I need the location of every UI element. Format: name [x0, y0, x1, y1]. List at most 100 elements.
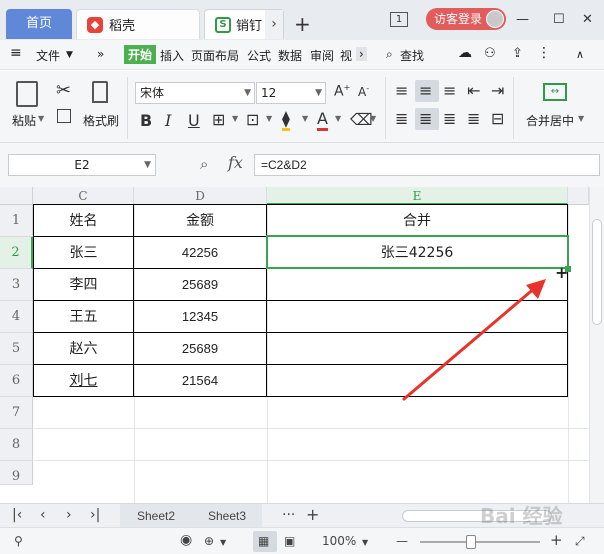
merge-dropdown-icon[interactable]: ▼	[578, 114, 584, 123]
font-size-select[interactable]: 12 ▼	[256, 82, 326, 104]
chevron-down-icon[interactable]: ▼	[362, 538, 368, 547]
cell-c5[interactable]: 赵六	[34, 333, 133, 365]
paste-icon[interactable]	[16, 81, 38, 107]
italic-icon[interactable]: I	[165, 111, 171, 130]
last-sheet-icon[interactable]: ›|	[90, 507, 100, 523]
active-cell-selection[interactable]	[266, 235, 569, 269]
cell-e1[interactable]: 合并	[267, 205, 567, 237]
menu-insert[interactable]: 插入	[160, 47, 184, 64]
login-button[interactable]: 访客登录	[426, 8, 506, 30]
eye-protection-icon[interactable]: ◉	[180, 532, 192, 548]
menu-file[interactable]: 文件	[36, 47, 60, 64]
menu-view[interactable]: 视	[340, 47, 352, 64]
cut-icon[interactable]: ✂	[56, 80, 71, 101]
align-bottom-icon[interactable]: ≡	[443, 81, 456, 100]
paste-dropdown-icon[interactable]: ▼	[38, 114, 44, 123]
window-count-icon[interactable]: 1	[390, 12, 408, 27]
merge-center-label[interactable]: 合并居中	[526, 112, 574, 129]
row-header-6[interactable]: 6	[0, 365, 33, 397]
align-right-icon[interactable]: ≣	[443, 109, 456, 128]
cell-style-icon[interactable]: ⊡	[246, 110, 259, 129]
merge-center-icon[interactable]: ↔	[543, 83, 567, 101]
row-header-1[interactable]: 1	[0, 205, 33, 237]
column-header-e[interactable]: E	[267, 187, 568, 205]
row-header-5[interactable]: 5	[0, 333, 33, 365]
more-left-icon[interactable]: »	[97, 47, 104, 61]
row-header-7[interactable]: 7	[0, 397, 33, 429]
cell-c3[interactable]: 李四	[34, 269, 133, 301]
menu-start[interactable]: 开始	[124, 45, 157, 64]
cell-c1[interactable]: 姓名	[34, 205, 133, 237]
menu-search[interactable]: 查找	[400, 47, 424, 64]
row-header-2[interactable]: 2	[0, 237, 33, 269]
chevron-right-icon[interactable]: ›	[265, 10, 283, 39]
fx-icon[interactable]: fx	[228, 153, 243, 172]
menu-formula[interactable]: 公式	[247, 47, 271, 64]
close-icon[interactable]: ✕	[582, 12, 593, 27]
cell-c4[interactable]: 王五	[34, 301, 133, 333]
border-icon[interactable]: ⊞	[212, 110, 225, 129]
zoom-slider-knob[interactable]	[466, 535, 476, 549]
macro-icon[interactable]: ⚲	[14, 534, 23, 548]
paste-label[interactable]: 粘贴	[12, 112, 36, 129]
new-tab-icon[interactable]: +	[294, 12, 311, 36]
format-painter-icon[interactable]	[92, 81, 108, 103]
chevron-down-icon[interactable]: ▼	[335, 114, 341, 123]
search-icon[interactable]: ⌕	[386, 47, 393, 62]
cell-d5[interactable]: 25689	[134, 333, 266, 365]
chevron-down-icon[interactable]: ▼	[232, 114, 238, 123]
sheet-tab-sheet3[interactable]: Sheet3	[192, 504, 262, 528]
zoom-in-icon[interactable]: +	[550, 531, 563, 549]
hamburger-menu-icon[interactable]: ≡	[10, 45, 22, 61]
more-sheets-icon[interactable]: ···	[282, 507, 295, 523]
font-name-select[interactable]: 宋体 ▼	[135, 82, 255, 104]
row-header-3[interactable]: 3	[0, 269, 33, 301]
indent-increase-icon[interactable]: ⇥	[491, 81, 504, 100]
align-center-icon[interactable]: ≣	[419, 109, 432, 128]
reading-mode-icon[interactable]: ⊕	[204, 534, 214, 548]
maximize-icon[interactable]: ☐	[553, 12, 565, 27]
name-box[interactable]: E2 ▼	[8, 154, 156, 176]
page-break-view-icon[interactable]: ▣	[284, 534, 295, 548]
collaborate-icon[interactable]: ⚇	[484, 46, 496, 61]
fullscreen-icon[interactable]: ⤢	[575, 534, 585, 549]
zoom-search-icon[interactable]: ⌕	[200, 155, 208, 173]
minimize-icon[interactable]: —	[516, 12, 529, 27]
cell-d3[interactable]: 25689	[134, 269, 266, 301]
normal-view-icon[interactable]: ▦	[258, 534, 269, 548]
vertical-scrollbar[interactable]	[589, 187, 604, 503]
prev-sheet-icon[interactable]: ‹	[40, 507, 46, 523]
zoom-level[interactable]: 100%	[322, 534, 356, 548]
align-middle-icon[interactable]: ≡	[419, 81, 432, 100]
chevron-down-icon[interactable]: ▼	[302, 114, 308, 123]
tab-home[interactable]: 首页	[6, 9, 72, 39]
select-all-corner[interactable]	[0, 187, 33, 205]
underline-icon[interactable]: U	[188, 111, 200, 130]
more-tabs-icon[interactable]: ›	[356, 47, 367, 61]
add-sheet-icon[interactable]: +	[306, 505, 319, 524]
menu-data[interactable]: 数据	[278, 47, 302, 64]
font-color-icon[interactable]: A	[317, 109, 328, 131]
cell-d1[interactable]: 金额	[134, 205, 266, 237]
formula-input[interactable]: =C2&D2	[254, 154, 600, 176]
cell-c2[interactable]: 张三	[34, 237, 133, 269]
scrollbar-thumb[interactable]	[592, 219, 602, 325]
fill-color-icon[interactable]: ⧫	[282, 109, 290, 131]
row-header-9[interactable]: 9	[0, 461, 33, 485]
format-painter-label[interactable]: 格式刷	[83, 112, 119, 129]
first-sheet-icon[interactable]: |‹	[12, 507, 22, 523]
menu-review[interactable]: 审阅	[310, 47, 334, 64]
distributed-icon[interactable]: ⊟	[491, 109, 504, 128]
more-options-icon[interactable]: ⋮	[537, 45, 551, 61]
sheet-tab-sheet2[interactable]: Sheet2	[120, 504, 192, 528]
cell-d4[interactable]: 12345	[134, 301, 266, 333]
justify-icon[interactable]: ≣	[467, 109, 480, 128]
chevron-down-icon[interactable]: ▼	[370, 114, 376, 123]
chevron-down-icon[interactable]: ▼	[266, 114, 272, 123]
cloud-icon[interactable]: ☁	[458, 45, 472, 61]
align-top-icon[interactable]: ≡	[395, 81, 408, 100]
tab-spreadsheet[interactable]: S 销钉 ›	[204, 9, 284, 39]
increase-font-icon[interactable]: A+	[334, 83, 350, 100]
cell-c6[interactable]: 刘七	[34, 365, 133, 397]
share-icon[interactable]: ⇪	[512, 46, 523, 61]
